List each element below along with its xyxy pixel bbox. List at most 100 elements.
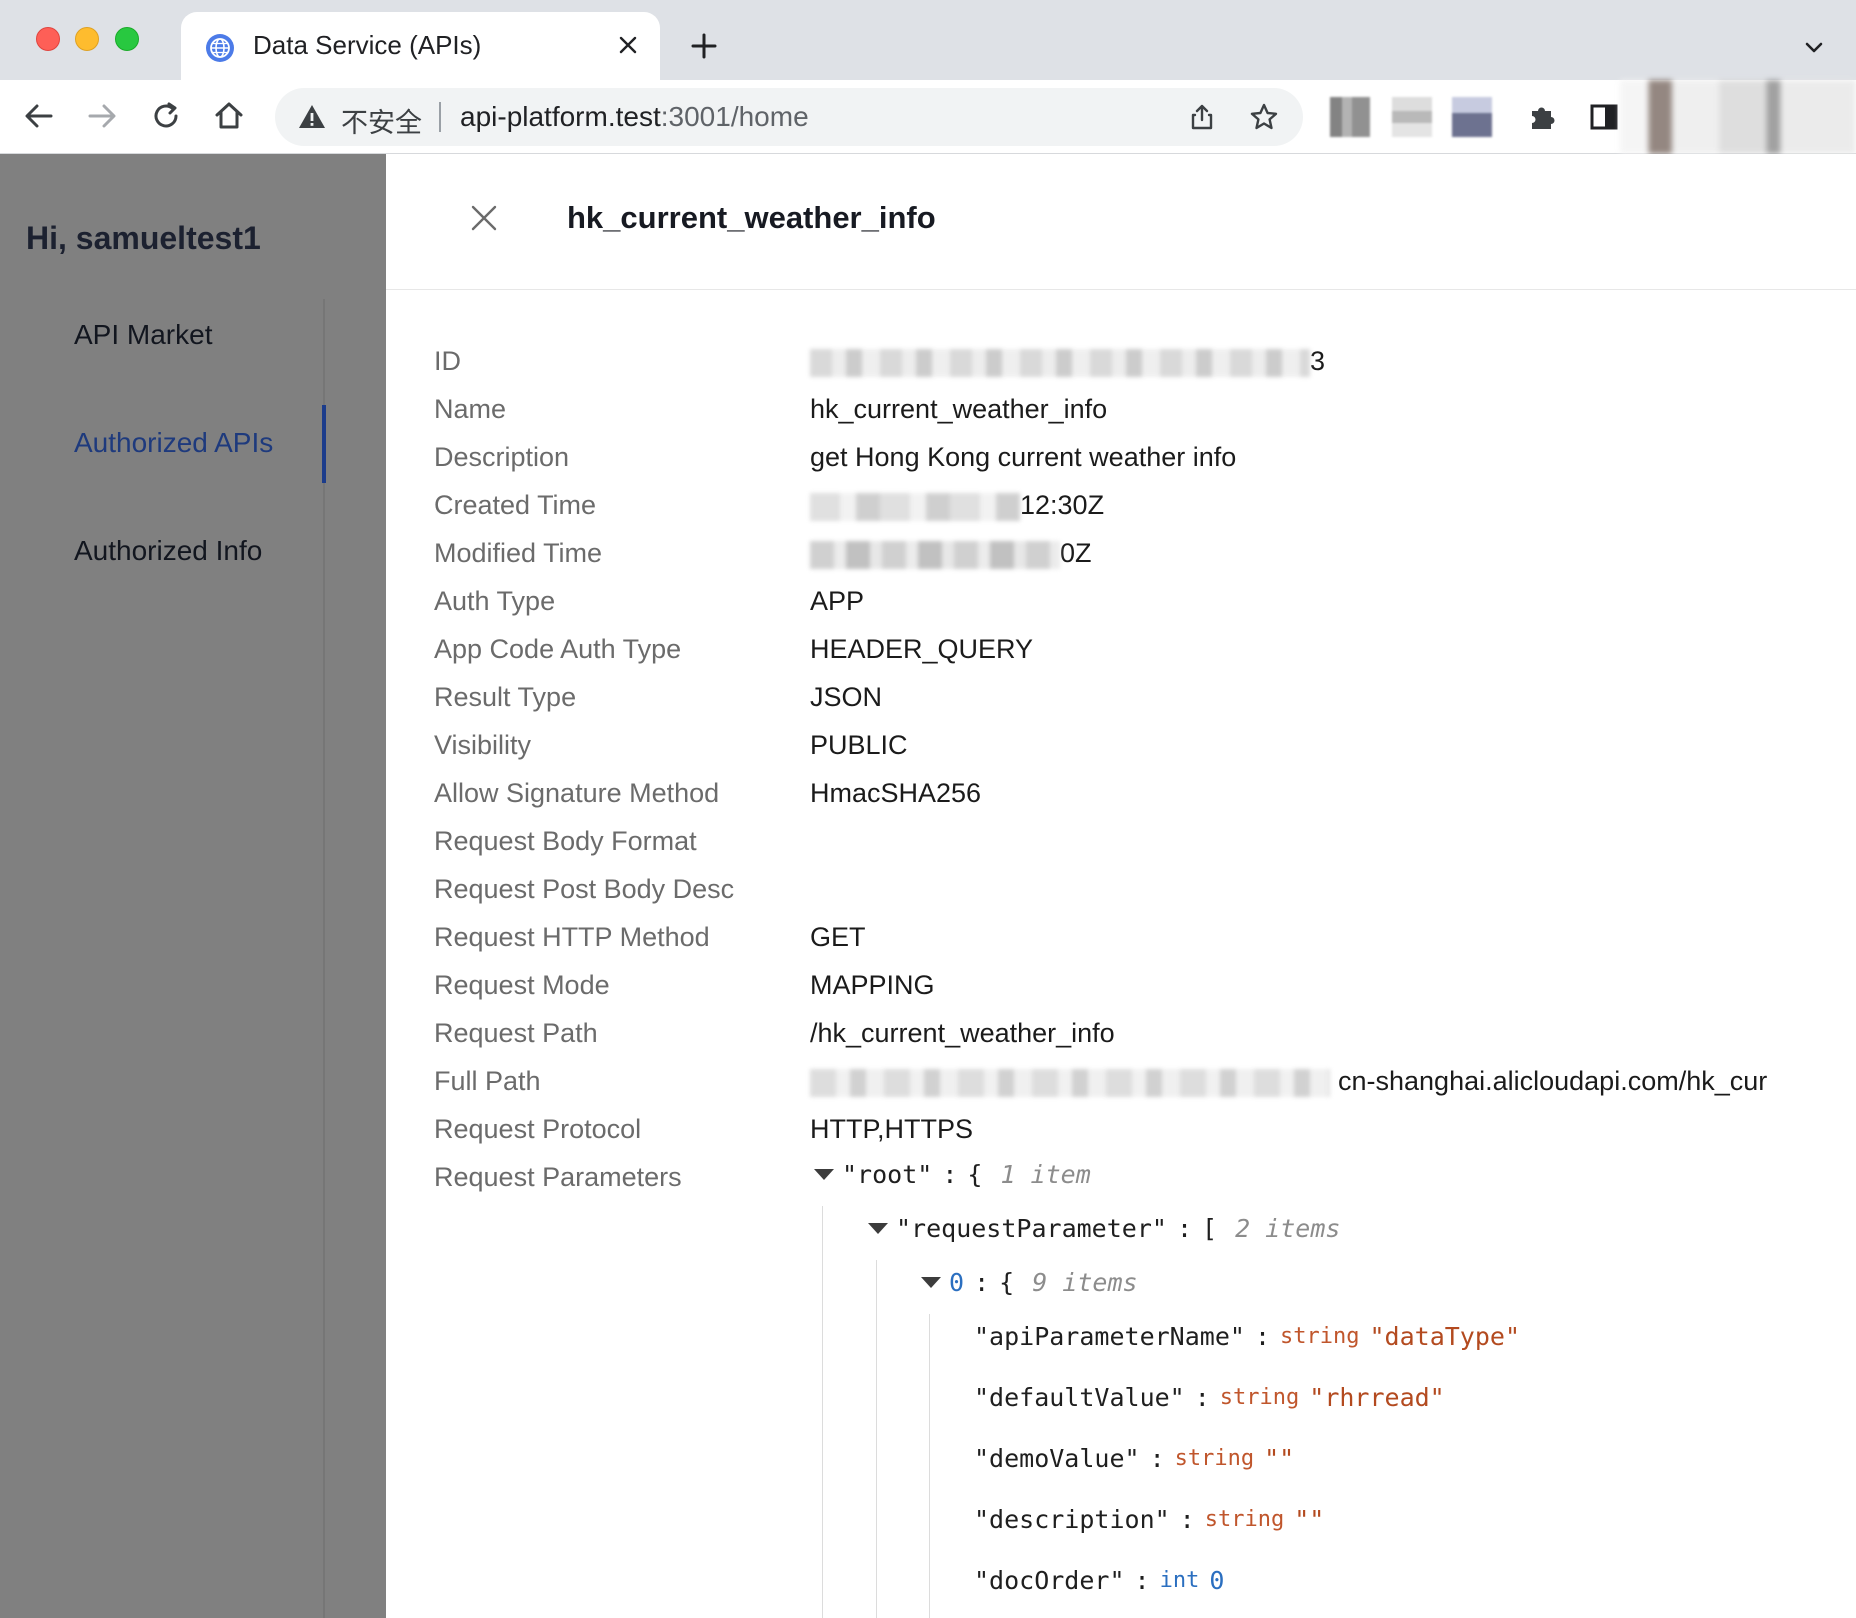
field-label-request-http-method: Request HTTP Method (434, 922, 710, 952)
json-bracket: [ (1202, 1214, 1218, 1243)
field-label-name: Name (434, 394, 507, 424)
field-label-created-time: Created Time (434, 490, 597, 520)
json-type: string (1280, 1324, 1360, 1349)
field-label-request-body-format: Request Body Format (434, 826, 697, 856)
window-close-button[interactable] (36, 27, 60, 51)
json-value[interactable]: 0 (1209, 1566, 1224, 1595)
drawer-header: hk_current_weather_info (386, 154, 1856, 290)
json-key: "description" (974, 1505, 1170, 1534)
json-brace: { (967, 1160, 983, 1189)
url-text[interactable]: api-platform.test:3001/home (460, 101, 809, 133)
json-node-item-0[interactable]: 0 : { 9 items (921, 1268, 1138, 1297)
forward-arrow-icon[interactable] (79, 93, 125, 139)
field-label-modified-time: Modified Time (434, 538, 603, 568)
home-icon[interactable] (206, 93, 252, 139)
sidebar-item-api-market[interactable]: API Market (74, 319, 212, 351)
json-count: 1 item (1000, 1160, 1091, 1189)
field-value-visibility: PUBLIC (810, 730, 908, 760)
greeting: Hi, samueltest1 (26, 220, 261, 256)
json-type: string (1204, 1507, 1285, 1532)
json-value[interactable]: "dataType" (1369, 1322, 1520, 1351)
json-count: 9 items (1032, 1268, 1138, 1297)
menu-rail (323, 299, 325, 1618)
globe-icon (205, 33, 235, 63)
json-key: "requestParameter" (896, 1214, 1167, 1243)
side-panel-icon[interactable] (1584, 97, 1624, 137)
field-value-created-time: 12:30Z (810, 490, 1104, 521)
tab-title: Data Service (APIs) (253, 30, 482, 60)
extension-icon[interactable] (1392, 97, 1432, 137)
puzzle-icon[interactable] (1522, 97, 1562, 137)
omnibox-divider (439, 102, 441, 132)
json-node-request-parameter[interactable]: "requestParameter" : [ 2 items (868, 1214, 1340, 1243)
browser-tabstrip: Data Service (APIs) (0, 0, 1856, 80)
sidebar-item-authorized-info[interactable]: Authorized Info (74, 535, 262, 567)
field-label-request-protocol: Request Protocol (434, 1114, 642, 1144)
reload-icon[interactable] (143, 93, 189, 139)
close-icon[interactable] (466, 200, 502, 236)
drawer-title: hk_current_weather_info (567, 200, 936, 235)
json-brace: { (999, 1268, 1015, 1297)
plus-icon[interactable] (684, 26, 724, 66)
json-colon: : (974, 1268, 990, 1297)
close-icon[interactable] (611, 28, 645, 62)
extension-icon[interactable] (1330, 97, 1370, 137)
browser-tab-active[interactable]: Data Service (APIs) (181, 12, 660, 80)
json-node-root[interactable]: "root" : { 1 item (814, 1160, 1091, 1189)
field-value-auth-type: APP (810, 586, 865, 616)
insecure-label[interactable]: 不安全 (341, 101, 422, 140)
browser-toolbar: 不安全 api-platform.test:3001/home (0, 80, 1856, 154)
json-value[interactable]: "rhrread" (1309, 1383, 1444, 1412)
field-value-request-path: /hk_current_weather_info (810, 1018, 1115, 1048)
share-icon[interactable] (1185, 100, 1219, 134)
extension-icon[interactable] (1452, 97, 1492, 137)
sidebar-item-authorized-apis[interactable]: Authorized APIs (74, 427, 273, 459)
window-zoom-button[interactable] (115, 27, 139, 51)
json-key: "demoValue" (974, 1444, 1140, 1473)
avatar[interactable] (1620, 80, 1856, 154)
json-colon: : (1194, 1383, 1210, 1412)
field-value-created-time-visible: 12:30Z (1020, 490, 1105, 520)
field-value-result-type: JSON (810, 682, 883, 712)
field-label-allow-signature-method: Allow Signature Method (434, 778, 720, 808)
caret-down-icon[interactable] (814, 1169, 834, 1180)
sidebar: Hi, samueltest1 API Market Authorized AP… (0, 154, 386, 1618)
field-label-visibility: Visibility (434, 730, 532, 760)
json-colon: : (942, 1160, 958, 1189)
caret-down-icon[interactable] (921, 1277, 941, 1288)
field-value-modified-time-visible: 0Z (1060, 538, 1092, 568)
json-key: "defaultValue" (974, 1383, 1185, 1412)
json-value[interactable]: "" (1294, 1505, 1324, 1534)
caret-down-icon[interactable] (868, 1223, 888, 1234)
json-key: "apiParameterName" (974, 1322, 1245, 1351)
redacted-block (810, 348, 1310, 377)
back-arrow-icon[interactable] (16, 93, 62, 139)
field-value-full-path: cn-shanghai.alicloudapi.com/hk_cur (810, 1066, 1767, 1097)
api-detail-drawer: hk_current_weather_info ID Name Descript… (386, 154, 1856, 1618)
json-colon: : (1179, 1505, 1195, 1534)
url-path: :3001/home (660, 101, 809, 132)
field-label-request-post-body-desc: Request Post Body Desc (434, 874, 735, 904)
field-label-app-code-auth-type: App Code Auth Type (434, 634, 682, 664)
warning-icon[interactable] (297, 102, 327, 132)
address-bar[interactable]: 不安全 api-platform.test:3001/home (275, 88, 1303, 146)
field-label-request-path: Request Path (434, 1018, 598, 1048)
chevron-down-icon[interactable] (1796, 30, 1832, 66)
field-value-app-code-auth-type: HEADER_QUERY (810, 634, 1034, 664)
json-type: string (1219, 1385, 1300, 1410)
field-label-auth-type: Auth Type (434, 586, 556, 616)
field-label-description: Description (434, 442, 570, 472)
field-label-request-parameters: Request Parameters (434, 1162, 682, 1192)
json-value[interactable]: "" (1264, 1444, 1294, 1473)
field-value-id-visible: 3 (1310, 346, 1326, 376)
redacted-block (810, 540, 1060, 569)
window-minimize-button[interactable] (75, 27, 99, 51)
json-index: 0 (949, 1268, 965, 1297)
tree-guide-line (929, 1314, 930, 1618)
url-host: api-platform.test (460, 101, 661, 132)
field-value-full-path-visible: cn-shanghai.alicloudapi.com/hk_cur (1338, 1066, 1768, 1096)
star-icon[interactable] (1247, 100, 1281, 134)
json-entry: "apiParameterName" : string "dataType" (974, 1322, 1520, 1351)
json-colon: : (1134, 1566, 1150, 1595)
field-label-full-path: Full Path (434, 1066, 541, 1096)
